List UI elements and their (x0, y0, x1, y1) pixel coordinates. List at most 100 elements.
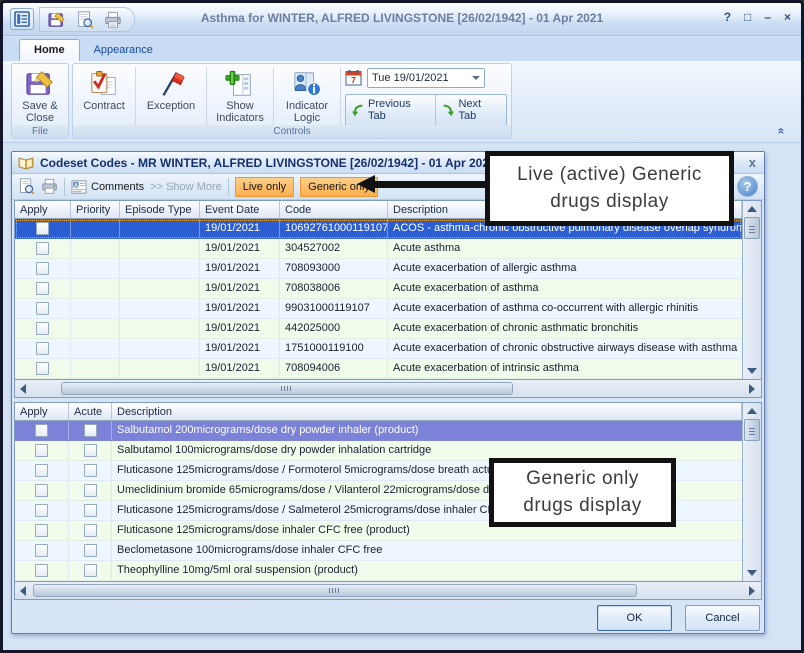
scrollbar-thumb[interactable] (33, 584, 637, 597)
help-button[interactable]: ? (724, 10, 731, 24)
apply-checkbox[interactable] (35, 464, 48, 477)
column-header[interactable]: Event Date (200, 201, 280, 218)
column-header[interactable]: Description (112, 403, 742, 420)
cell (15, 319, 71, 338)
cell (15, 259, 71, 278)
apply-checkbox[interactable] (36, 262, 49, 275)
help-icon[interactable]: ? (737, 176, 758, 197)
cell: Salbutamol 200micrograms/dose dry powder… (112, 421, 742, 440)
column-header[interactable]: Apply (15, 201, 71, 218)
table-row[interactable]: Salbutamol 200micrograms/dose dry powder… (15, 421, 742, 441)
table-row[interactable]: 19/01/202199031000119107Acute exacerbati… (15, 299, 742, 319)
minimize-button[interactable]: – (764, 10, 771, 24)
print-preview-icon[interactable] (18, 178, 35, 195)
apply-checkbox[interactable] (84, 544, 97, 557)
ribbon: Save & Close File Contract Exception (3, 61, 801, 143)
apply-checkbox[interactable] (35, 424, 48, 437)
apply-checkbox[interactable] (36, 342, 49, 355)
comments-button[interactable]: A Comments (71, 180, 144, 194)
contract-button[interactable]: Contract (73, 64, 135, 124)
apply-checkbox[interactable] (35, 484, 48, 497)
cell (120, 239, 200, 258)
cell: 19/01/2021 (200, 359, 280, 378)
apply-checkbox[interactable] (36, 222, 49, 235)
callout-arrow-shaft (374, 181, 486, 188)
apply-checkbox[interactable] (35, 444, 48, 457)
column-header[interactable]: Priority (71, 201, 120, 218)
cell: 1751000119100 (280, 339, 388, 358)
apply-checkbox[interactable] (36, 282, 49, 295)
date-nav-panel: 7 Tue 19/01/2021 Previous Tab (341, 64, 509, 126)
table-row[interactable]: 19/01/2021708094006Acute exacerbation of… (15, 359, 742, 379)
vertical-scrollbar[interactable] (742, 403, 761, 581)
apply-checkbox[interactable] (84, 524, 97, 537)
apply-checkbox[interactable] (35, 564, 48, 577)
show-indicators-button[interactable]: Show Indicators (207, 64, 273, 124)
column-header[interactable]: Acute (69, 403, 112, 420)
next-tab-label: Next Tab (458, 98, 501, 122)
cell: 19/01/2021 (200, 319, 280, 338)
generic-drugs-header: Apply Acute Description (15, 403, 742, 421)
column-header[interactable]: Episode Type (120, 201, 200, 218)
close-button[interactable]: × (784, 10, 791, 24)
scroll-up-icon[interactable] (743, 403, 761, 419)
tab-home[interactable]: Home (19, 39, 80, 61)
table-row[interactable]: 19/01/2021708038006Acute exacerbation of… (15, 279, 742, 299)
next-tab-button[interactable]: Next Tab (436, 95, 506, 125)
callout-live-generic: Live (active) Generic drugs display (485, 151, 734, 226)
apply-checkbox[interactable] (84, 564, 97, 577)
horizontal-scrollbar[interactable] (14, 380, 762, 398)
previous-tab-label: Previous Tab (368, 98, 430, 122)
scroll-left-icon[interactable] (15, 384, 31, 394)
apply-checkbox[interactable] (84, 484, 97, 497)
cell (15, 541, 69, 560)
dialog-close-icon[interactable]: x (749, 155, 756, 170)
table-row[interactable]: 19/01/20211751000119100Acute exacerbatio… (15, 339, 742, 359)
scroll-down-icon[interactable] (743, 363, 761, 379)
ok-button[interactable]: OK (597, 605, 672, 631)
scroll-right-icon[interactable] (744, 384, 760, 394)
apply-checkbox[interactable] (36, 302, 49, 315)
apply-checkbox[interactable] (36, 322, 49, 335)
column-header[interactable]: Code (280, 201, 388, 218)
scrollbar-thumb[interactable] (61, 382, 513, 395)
cell: 708094006 (280, 359, 388, 378)
table-row[interactable]: 19/01/2021708093000Acute exacerbation of… (15, 259, 742, 279)
apply-checkbox[interactable] (36, 242, 49, 255)
ribbon-group-controls: Contract Exception Show Indicators (72, 63, 512, 139)
column-header[interactable]: Apply (15, 403, 69, 420)
indicator-logic-button[interactable]: Indicator Logic (274, 64, 340, 124)
show-more-button[interactable]: >> Show More (150, 181, 222, 193)
apply-checkbox[interactable] (84, 504, 97, 517)
scroll-right-icon[interactable] (744, 586, 760, 596)
maximize-button[interactable]: □ (744, 10, 751, 24)
scroll-up-icon[interactable] (743, 201, 761, 217)
print-icon[interactable] (41, 178, 58, 195)
scrollbar-thumb[interactable] (744, 217, 760, 239)
save-close-button[interactable]: Save & Close (12, 64, 68, 124)
apply-checkbox[interactable] (36, 362, 49, 375)
vertical-scrollbar[interactable] (742, 201, 761, 379)
scrollbar-thumb[interactable] (744, 419, 760, 441)
table-row[interactable]: 19/01/2021442025000Acute exacerbation of… (15, 319, 742, 339)
cell (15, 461, 69, 480)
apply-checkbox[interactable] (35, 544, 48, 557)
table-row[interactable]: Theophylline 10mg/5ml oral suspension (p… (15, 561, 742, 581)
apply-checkbox[interactable] (35, 504, 48, 517)
horizontal-scrollbar[interactable] (14, 582, 762, 600)
apply-checkbox[interactable] (35, 524, 48, 537)
exception-button[interactable]: Exception (136, 64, 206, 124)
previous-tab-button[interactable]: Previous Tab (346, 95, 435, 125)
tab-appearance[interactable]: Appearance (80, 40, 167, 61)
apply-checkbox[interactable] (84, 444, 97, 457)
table-row[interactable]: Beclometasone 100micrograms/dose inhaler… (15, 541, 742, 561)
scroll-down-icon[interactable] (743, 565, 761, 581)
collapse-ribbon-icon[interactable]: « (775, 128, 789, 135)
scroll-left-icon[interactable] (15, 586, 31, 596)
apply-checkbox[interactable] (84, 424, 97, 437)
live-only-button[interactable]: Live only (235, 177, 294, 197)
consultation-date-picker[interactable]: Tue 19/01/2021 (367, 68, 485, 88)
cancel-button[interactable]: Cancel (685, 605, 760, 631)
apply-checkbox[interactable] (84, 464, 97, 477)
table-row[interactable]: 19/01/2021304527002Acute asthma (15, 239, 742, 259)
